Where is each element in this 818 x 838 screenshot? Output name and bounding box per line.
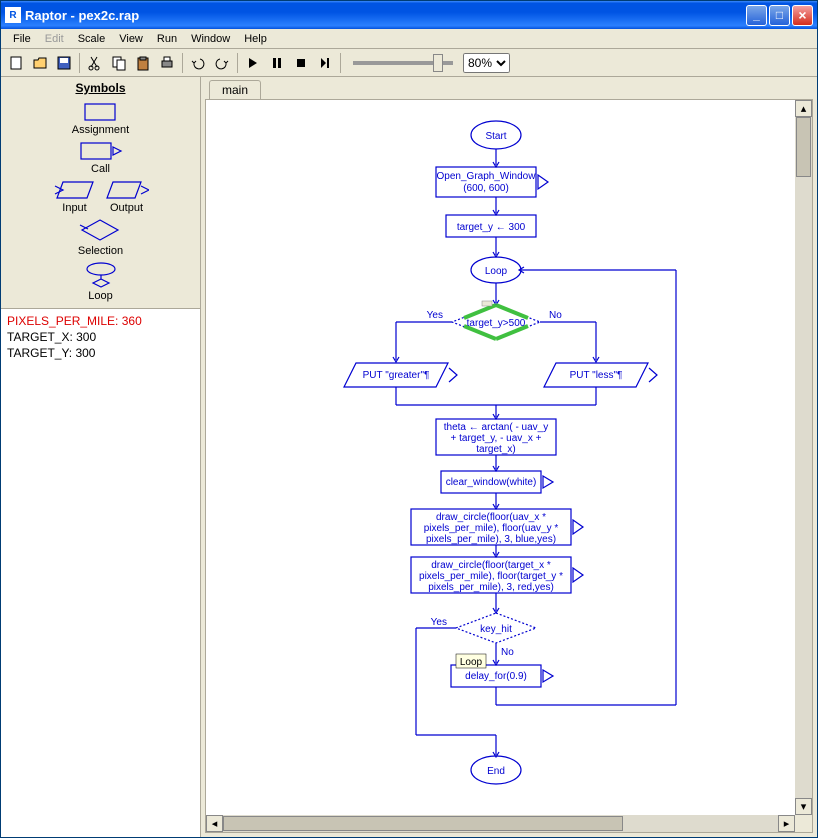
- save-button[interactable]: [53, 52, 75, 74]
- variables-panel: PIXELS_PER_MILE: 360 TARGET_X: 300 TARGE…: [1, 308, 200, 837]
- symbol-output[interactable]: Output: [105, 179, 149, 214]
- var-row[interactable]: TARGET_X: 300: [5, 329, 196, 345]
- svg-text:pixels_per_mile), 3, red,yes): pixels_per_mile), 3, red,yes): [428, 582, 554, 593]
- svg-text:PUT "greater"¶: PUT "greater"¶: [363, 370, 430, 381]
- titlebar[interactable]: R Raptor - pex2c.rap _ □ ×: [1, 1, 817, 29]
- title-text: Raptor - pex2c.rap: [25, 8, 746, 23]
- svg-text:Open_Graph_Window: Open_Graph_Window: [437, 171, 537, 182]
- svg-text:clear_window(white): clear_window(white): [446, 477, 537, 488]
- app-window: R Raptor - pex2c.rap _ □ × File Edit Sca…: [0, 0, 818, 838]
- menu-help[interactable]: Help: [238, 31, 273, 47]
- svg-text:+ target_y, - uav_x +: + target_y, - uav_x +: [451, 433, 542, 444]
- maximize-button[interactable]: □: [769, 5, 790, 26]
- step-button[interactable]: [314, 52, 336, 74]
- sidebar: Symbols Assignment Call I: [1, 77, 201, 837]
- toolbar: 80%: [1, 49, 817, 77]
- svg-text:Yes: Yes: [427, 310, 443, 321]
- svg-text:Yes: Yes: [431, 617, 447, 628]
- main-area: main Start Open_Graph_Window (600, 600): [201, 77, 817, 837]
- svg-text:theta ← arctan( - uav_y: theta ← arctan( - uav_y: [444, 422, 549, 433]
- svg-text:draw_circle(floor(target_x *: draw_circle(floor(target_x *: [431, 560, 551, 571]
- stop-button[interactable]: [290, 52, 312, 74]
- horizontal-scrollbar[interactable]: ◂ ▸: [206, 815, 795, 832]
- symbols-title: Symbols: [5, 81, 196, 95]
- menu-view[interactable]: View: [113, 31, 149, 47]
- menu-file[interactable]: File: [7, 31, 37, 47]
- menu-edit[interactable]: Edit: [39, 31, 70, 47]
- decision-target-y[interactable]: target_y>500: [452, 305, 540, 339]
- svg-text:(600, 600): (600, 600): [463, 183, 509, 194]
- svg-text:No: No: [501, 647, 514, 658]
- scroll-corner: [795, 815, 812, 832]
- zoom-select[interactable]: 80%: [463, 53, 510, 73]
- svg-text:PUT "less"¶: PUT "less"¶: [570, 370, 623, 381]
- close-button[interactable]: ×: [792, 5, 813, 26]
- symbols-panel: Symbols Assignment Call I: [1, 77, 200, 308]
- svg-text:pixels_per_mile), 3, blue,yes): pixels_per_mile), 3, blue,yes): [426, 534, 556, 545]
- pause-button[interactable]: [266, 52, 288, 74]
- new-button[interactable]: [5, 52, 27, 74]
- play-button[interactable]: [242, 52, 264, 74]
- svg-text:No: No: [549, 310, 562, 321]
- speed-slider[interactable]: [353, 61, 453, 65]
- scroll-down-icon[interactable]: ▾: [795, 798, 812, 815]
- svg-text:pixels_per_mile), floor(uav_y: pixels_per_mile), floor(uav_y *: [424, 523, 559, 534]
- scroll-right-icon[interactable]: ▸: [778, 815, 795, 832]
- separator: [340, 53, 341, 73]
- svg-text:Loop: Loop: [485, 266, 508, 277]
- var-row[interactable]: TARGET_Y: 300: [5, 345, 196, 361]
- copy-button[interactable]: [108, 52, 130, 74]
- print-button[interactable]: [156, 52, 178, 74]
- content-area: Symbols Assignment Call I: [1, 77, 817, 837]
- vertical-scrollbar[interactable]: ▴ ▾: [795, 100, 812, 815]
- scroll-thumb[interactable]: [796, 117, 811, 177]
- menu-run[interactable]: Run: [151, 31, 183, 47]
- flowchart-canvas[interactable]: Start Open_Graph_Window (600, 600) targe…: [206, 100, 812, 832]
- svg-text:delay_for(0.9): delay_for(0.9): [465, 671, 527, 682]
- symbol-selection[interactable]: Selection: [78, 218, 123, 257]
- separator: [79, 53, 80, 73]
- separator: [182, 53, 183, 73]
- symbol-input[interactable]: Input: [53, 179, 97, 214]
- flowchart-svg: Start Open_Graph_Window (600, 600) targe…: [206, 100, 796, 830]
- svg-text:Start: Start: [485, 131, 506, 142]
- svg-text:Loop: Loop: [460, 657, 483, 668]
- menu-window[interactable]: Window: [185, 31, 236, 47]
- svg-text:draw_circle(floor(uav_x *: draw_circle(floor(uav_x *: [436, 512, 546, 523]
- svg-text:End: End: [487, 766, 505, 777]
- var-row[interactable]: PIXELS_PER_MILE: 360: [5, 313, 196, 329]
- scroll-thumb[interactable]: [223, 816, 623, 831]
- cut-button[interactable]: [84, 52, 106, 74]
- menu-scale[interactable]: Scale: [72, 31, 112, 47]
- svg-text:key_hit: key_hit: [480, 624, 512, 635]
- menubar: File Edit Scale View Run Window Help: [1, 29, 817, 49]
- symbol-assignment[interactable]: Assignment: [72, 101, 129, 136]
- undo-button[interactable]: [187, 52, 209, 74]
- paste-button[interactable]: [132, 52, 154, 74]
- symbol-loop[interactable]: Loop: [81, 261, 121, 302]
- scroll-left-icon[interactable]: ◂: [206, 815, 223, 832]
- canvas-wrap: Start Open_Graph_Window (600, 600) targe…: [205, 99, 813, 833]
- open-button[interactable]: [29, 52, 51, 74]
- tabs: main: [201, 77, 817, 99]
- tab-main[interactable]: main: [209, 80, 261, 99]
- app-icon: R: [5, 7, 21, 23]
- svg-text:target_x): target_x): [476, 444, 515, 455]
- svg-text:target_y ← 300: target_y ← 300: [457, 222, 526, 233]
- scroll-up-icon[interactable]: ▴: [795, 100, 812, 117]
- symbol-call[interactable]: Call: [76, 140, 126, 175]
- minimize-button[interactable]: _: [746, 5, 767, 26]
- svg-text:target_y>500: target_y>500: [467, 318, 526, 329]
- breakpoint-icon[interactable]: [482, 301, 492, 306]
- slider-thumb[interactable]: [433, 54, 443, 72]
- svg-text:pixels_per_mile), floor(target: pixels_per_mile), floor(target_y *: [419, 571, 563, 582]
- separator: [237, 53, 238, 73]
- redo-button[interactable]: [211, 52, 233, 74]
